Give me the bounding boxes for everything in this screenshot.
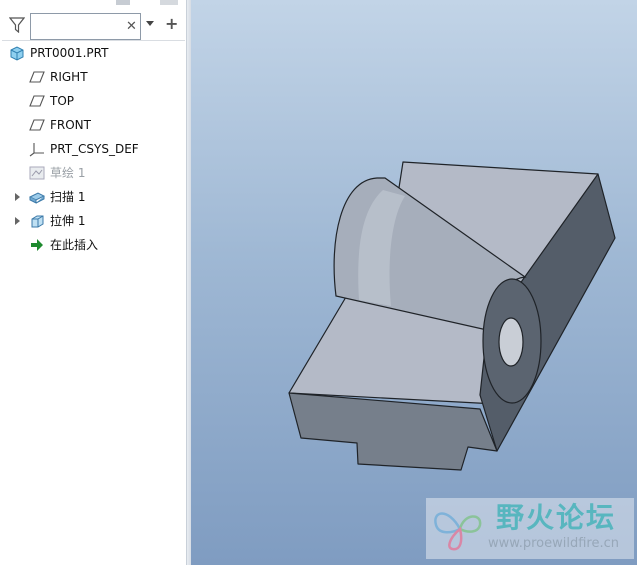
insert-here-arrow-icon [29, 237, 45, 253]
csys-icon [29, 141, 45, 157]
tree-item[interactable]: PRT_CSYS_DEF [0, 138, 186, 160]
sweep-icon [28, 189, 46, 205]
tree-item-label: 拉伸 1 [50, 214, 86, 228]
tree-item[interactable]: 草绘 1 [0, 162, 186, 184]
expand-arrow-icon[interactable] [15, 217, 20, 225]
add-icon[interactable]: + [165, 15, 178, 33]
graphics-viewport[interactable] [191, 0, 637, 565]
watermark: 野火论坛 www.proewildfire.cn [426, 498, 634, 559]
filter-icon[interactable] [9, 17, 25, 33]
tree-item[interactable]: PRT0001.PRT [0, 42, 186, 64]
datum-plane-icon [29, 117, 45, 133]
tree-item[interactable]: 在此插入 [0, 234, 186, 256]
tree-item[interactable]: RIGHT [0, 66, 186, 88]
tree-item-label: 扫描 1 [50, 190, 86, 204]
tree-item-label: PRT_CSYS_DEF [50, 142, 139, 156]
part-icon [9, 45, 25, 61]
model-hole [498, 317, 524, 367]
divider [2, 40, 185, 41]
clear-icon[interactable]: ✕ [126, 17, 137, 36]
search-input[interactable] [34, 17, 122, 36]
extrude-icon [29, 213, 45, 229]
tree-item-label: 草绘 1 [50, 166, 86, 180]
tree-item-label: RIGHT [50, 70, 88, 84]
tree-item-label: TOP [50, 94, 75, 108]
datum-plane-icon [29, 69, 45, 85]
datum-plane-icon [29, 93, 45, 109]
sketch-icon [29, 165, 45, 181]
watermark-title: 野火论坛 [496, 501, 617, 534]
search-box[interactable]: ✕ [30, 13, 141, 40]
expand-arrow-icon[interactable] [15, 193, 20, 201]
dropdown-icon[interactable] [146, 21, 154, 26]
tree-item[interactable]: FRONT [0, 114, 186, 136]
tree-item[interactable]: 扫描 1 [0, 186, 186, 208]
tree-item-label: FRONT [50, 118, 91, 132]
watermark-url: www.proewildfire.cn [488, 536, 619, 551]
butterfly-logo-icon [434, 512, 482, 551]
tree-item-label: 在此插入 [50, 238, 99, 252]
model-tree-panel: ✕ + PRT0001.PRT RIGHT TOP FRONT PRT_CSYS_DEF… [0, 0, 186, 565]
tree-item[interactable]: 拉伸 1 [0, 210, 186, 232]
filter-row: ✕ + [0, 5, 186, 40]
model-face-front [288, 392, 498, 471]
part-3d-model[interactable] [191, 0, 637, 565]
tree-item-label: PRT0001.PRT [30, 46, 109, 60]
tree-item[interactable]: TOP [0, 90, 186, 112]
